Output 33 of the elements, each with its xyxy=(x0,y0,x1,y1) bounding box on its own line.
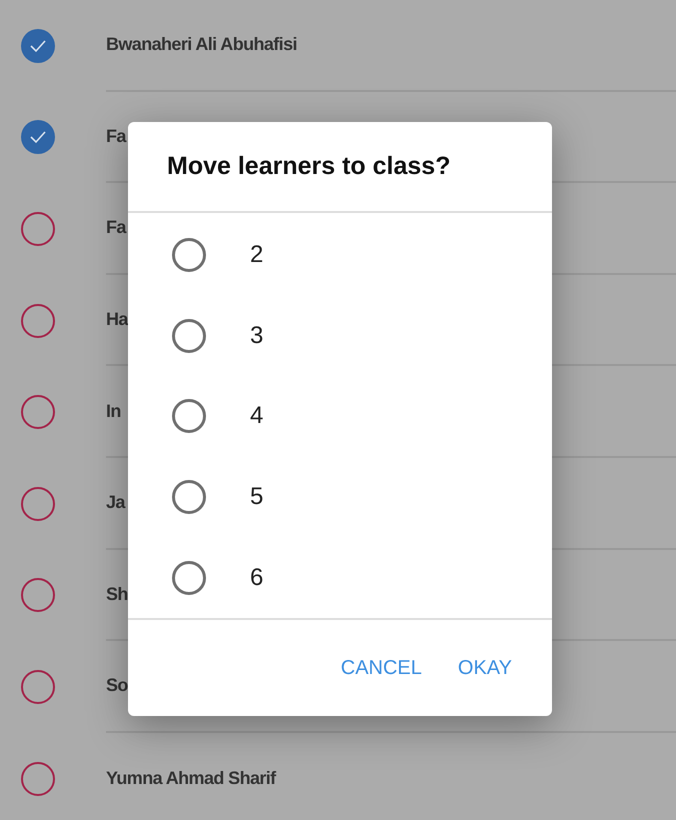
cancel-button[interactable]: CANCEL xyxy=(332,648,430,688)
checkbox[interactable] xyxy=(21,212,55,246)
learner-name: So xyxy=(106,675,128,696)
option-label: 6 xyxy=(250,564,264,592)
checkbox[interactable] xyxy=(21,28,55,63)
learner-name: Fa xyxy=(106,217,126,238)
okay-button[interactable]: OKAY xyxy=(450,648,520,688)
option-label: 3 xyxy=(250,322,264,350)
radio-button[interactable] xyxy=(172,480,206,514)
radio-button[interactable] xyxy=(172,238,206,272)
learner-name: Bwanaheri Ali Abuhafisi xyxy=(106,34,297,56)
checkbox[interactable] xyxy=(21,120,55,154)
checkbox[interactable] xyxy=(21,762,55,796)
learner-name: Ha xyxy=(106,309,128,330)
radio-button[interactable] xyxy=(172,399,206,434)
learner-name: Sh xyxy=(106,584,128,605)
check-icon xyxy=(29,130,47,144)
checkbox[interactable] xyxy=(21,486,55,521)
radio-button[interactable] xyxy=(172,560,206,595)
option-label: 2 xyxy=(250,241,264,270)
check-icon xyxy=(29,38,47,53)
learner-name: Ja xyxy=(106,492,125,514)
learner-name: Fa xyxy=(106,126,126,147)
checkbox[interactable] xyxy=(21,395,55,430)
learner-name: Yumna Ahmad Sharif xyxy=(106,768,276,790)
option-label: 5 xyxy=(250,483,264,512)
dialog-title: Move learners to class? xyxy=(167,152,450,181)
option-label: 4 xyxy=(250,402,264,430)
checkbox[interactable] xyxy=(21,578,55,612)
checkbox[interactable] xyxy=(21,670,55,704)
radio-button[interactable] xyxy=(172,318,206,353)
checkbox[interactable] xyxy=(21,304,55,338)
learner-name: In xyxy=(106,400,121,422)
